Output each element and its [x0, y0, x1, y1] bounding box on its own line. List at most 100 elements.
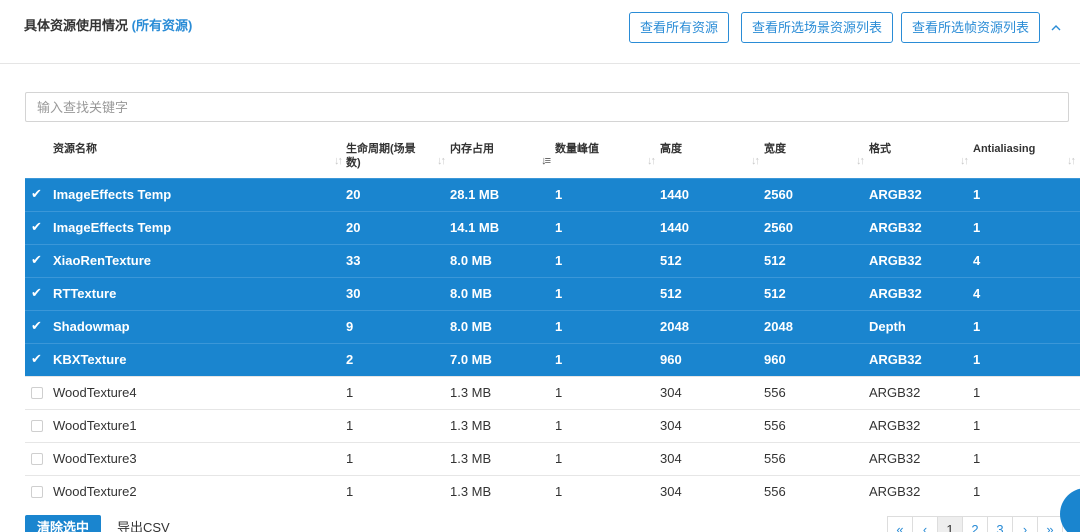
column-header-label: Antialiasing: [973, 143, 1036, 155]
checkbox-checked-icon[interactable]: ✔: [31, 319, 43, 332]
column-header-memory[interactable]: 内存占用 ↓≡: [450, 130, 555, 178]
page-item[interactable]: ›: [1012, 516, 1038, 532]
column-header-lifecycle[interactable]: 生命周期(场景 数) ↓↑: [346, 130, 450, 178]
checkbox[interactable]: [31, 486, 43, 498]
cell-height: 512: [660, 286, 682, 301]
page-item[interactable]: «: [887, 516, 913, 532]
page-item[interactable]: 2: [962, 516, 988, 532]
cell-memory: 14.1 MB: [450, 220, 500, 235]
table-row[interactable]: ✔ KBXTexture 2 7.0 MB 1 960 960 ARGB32 1: [25, 343, 1080, 376]
cell-name: WoodTexture3: [53, 451, 137, 466]
column-header-label: 高度: [660, 143, 682, 155]
table-row[interactable]: ✔ Shadowmap 9 8.0 MB 1 2048 2048 Depth 1: [25, 310, 1080, 343]
sort-icon[interactable]: ↓↑: [647, 154, 656, 168]
cell-lifecycle: 30: [346, 286, 361, 301]
panel-header: 具体资源使用情况 (所有资源) 查看所有资源 查看所选场景资源列表 查看所选帧资…: [0, 0, 1080, 64]
column-header-label: 资源名称: [53, 143, 97, 155]
column-header-width[interactable]: 宽度 ↓↑: [764, 130, 869, 178]
sort-icon[interactable]: ↓↑: [960, 154, 969, 168]
column-header-height[interactable]: 高度 ↓↑: [660, 130, 764, 178]
cell-peak-count: 1: [555, 220, 563, 235]
cell-name: WoodTexture1: [53, 418, 137, 433]
cell-antialiasing: 1: [973, 385, 981, 400]
all-resources-link[interactable]: (所有资源): [132, 18, 193, 33]
cell-memory: 7.0 MB: [450, 352, 492, 367]
checkbox-checked-icon[interactable]: ✔: [31, 220, 43, 233]
cell-peak-count: 1: [555, 187, 563, 202]
cell-height: 1440: [660, 187, 689, 202]
cell-width: 512: [764, 286, 786, 301]
cell-antialiasing: 1: [973, 319, 981, 334]
pagination: «‹ 1 2 3 ›»: [887, 516, 1063, 532]
column-header-name[interactable]: 资源名称 ↓↑: [53, 130, 346, 178]
view-all-resources-button[interactable]: 查看所有资源: [629, 12, 730, 43]
cell-format: ARGB32: [869, 385, 921, 400]
table-row[interactable]: ✔ ImageEffects Temp 20 28.1 MB 1 1440 2560 ARGB…: [25, 178, 1080, 211]
checkbox-checked-icon[interactable]: ✔: [31, 187, 43, 200]
page-item[interactable]: »: [1037, 516, 1063, 532]
table-row[interactable]: ✔ RTTexture 30 8.0 MB 1 512 512 ARGB32 4: [25, 277, 1080, 310]
cell-lifecycle: 2: [346, 352, 354, 367]
sort-icon[interactable]: ↓↑: [751, 154, 760, 168]
cell-antialiasing: 1: [973, 352, 981, 367]
table-row[interactable]: WoodTexture4 1 1.3 MB 1 304 556 ARGB32 1: [25, 376, 1080, 409]
cell-lifecycle: 20: [346, 220, 361, 235]
cell-antialiasing: 1: [973, 418, 981, 433]
cell-peak-count: 1: [555, 484, 563, 499]
cell-lifecycle: 1: [346, 418, 354, 433]
cell-height: 512: [660, 253, 682, 268]
table-header: 资源名称 ↓↑ 生命周期(场景 数) ↓↑ 内存占用 ↓≡ 数量峰值 ↓↑ 高度 ↓↑ 宽度 ↓↑ 格式 ↓…: [25, 130, 1080, 178]
cell-width: 2560: [764, 220, 793, 235]
checkbox[interactable]: [31, 387, 43, 399]
sort-icon[interactable]: ↓↑: [1067, 154, 1076, 168]
sort-icon[interactable]: ↓↑: [334, 154, 343, 168]
sort-icon[interactable]: ↓↑: [856, 154, 865, 168]
column-header-format[interactable]: 格式 ↓↑: [869, 130, 973, 178]
column-header-label: 格式: [869, 143, 891, 155]
cell-lifecycle: 20: [346, 187, 361, 202]
cell-antialiasing: 4: [973, 253, 981, 268]
checkbox[interactable]: [31, 420, 43, 432]
table-row[interactable]: ✔ ImageEffects Temp 20 14.1 MB 1 1440 2560 ARGB…: [25, 211, 1080, 244]
chevron-up-icon[interactable]: [1046, 18, 1066, 38]
checkbox-checked-icon[interactable]: ✔: [31, 352, 43, 365]
view-selected-scene-resources-button[interactable]: 查看所选场景资源列表: [741, 12, 894, 43]
page-item[interactable]: ‹: [912, 516, 938, 532]
clear-selection-button[interactable]: 清除选中: [25, 515, 102, 532]
cell-width: 556: [764, 418, 786, 433]
cell-peak-count: 1: [555, 385, 563, 400]
panel-title: 具体资源使用情况 (所有资源): [24, 15, 192, 34]
cell-format: ARGB32: [869, 286, 922, 301]
cell-format: ARGB32: [869, 352, 922, 367]
cell-peak-count: 1: [555, 286, 563, 301]
checkbox-checked-icon[interactable]: ✔: [31, 286, 43, 299]
cell-name: WoodTexture2: [53, 484, 137, 499]
column-header-peak-count[interactable]: 数量峰值 ↓↑: [555, 130, 660, 178]
table-row[interactable]: WoodTexture1 1 1.3 MB 1 304 556 ARGB32 1: [25, 409, 1080, 442]
sort-desc-icon[interactable]: ↓≡: [541, 154, 551, 168]
table-row[interactable]: WoodTexture3 1 1.3 MB 1 304 556 ARGB32 1: [25, 442, 1080, 475]
table-row[interactable]: ✔ XiaoRenTexture 33 8.0 MB 1 512 512 ARGB32 4: [25, 244, 1080, 277]
column-header-antialiasing[interactable]: Antialiasing ↓↑: [973, 130, 1080, 178]
export-csv-button[interactable]: 导出CSV: [105, 515, 182, 532]
cell-width: 512: [764, 253, 786, 268]
cell-height: 1440: [660, 220, 689, 235]
checkbox-checked-icon[interactable]: ✔: [31, 253, 43, 266]
checkbox[interactable]: [31, 453, 43, 465]
panel-title-text: 具体资源使用情况: [24, 18, 129, 33]
cell-lifecycle: 1: [346, 451, 354, 466]
search-input[interactable]: [25, 92, 1069, 122]
sort-icon[interactable]: ↓↑: [437, 154, 446, 168]
cell-peak-count: 1: [555, 352, 563, 367]
cell-height: 2048: [660, 319, 689, 334]
cell-name: ImageEffects Temp: [53, 187, 172, 202]
view-selected-frame-resources-button[interactable]: 查看所选帧资源列表: [901, 12, 1041, 43]
table-body: ✔ ImageEffects Temp 20 28.1 MB 1 1440 2560 ARGB…: [25, 178, 1080, 508]
page-item[interactable]: 3: [987, 516, 1013, 532]
page-item[interactable]: 1: [937, 516, 963, 532]
cell-width: 556: [764, 385, 786, 400]
cell-width: 2560: [764, 187, 793, 202]
cell-memory: 1.3 MB: [450, 418, 492, 433]
cell-width: 2048: [764, 319, 793, 334]
table-row[interactable]: WoodTexture2 1 1.3 MB 1 304 556 ARGB32 1: [25, 475, 1080, 508]
